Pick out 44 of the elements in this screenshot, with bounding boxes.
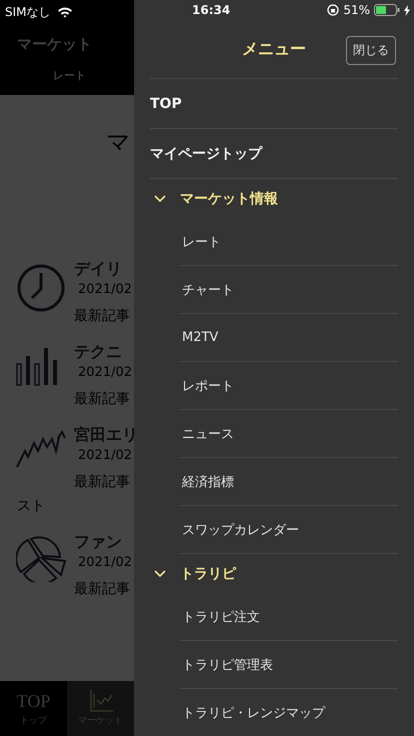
page-heading: マ [106,127,131,158]
submenu-item[interactable]: レート [180,218,398,266]
submenu-item[interactable]: トラリピ管理表 [180,641,398,689]
menu-section[interactable]: マーケット情報 [150,179,398,218]
zigzag-arrow-icon [16,429,66,469]
battery-icon [374,4,400,16]
battery-percent: 51% [343,3,370,18]
top-mark: TOP [16,690,50,712]
clock-icon [16,263,66,313]
section-label: トラリピ [180,564,236,582]
article-excerpt: 最新記事 [74,390,131,408]
submenu-item[interactable]: チャート [180,266,398,314]
pie-chart-icon [16,536,66,582]
charging-bolt-icon [404,4,410,16]
article-date: 2021/02 [78,365,132,380]
page-title: マーケット [17,35,93,54]
carrier-label: SIMなし [5,4,51,20]
article-date: 2021/02 [78,448,134,463]
rotation-lock-icon [327,4,340,16]
line-chart-icon [88,690,112,712]
submenu-item[interactable]: レポート [180,362,398,410]
article-excerpt: 最新記事 [74,473,131,491]
article-excerpt: 最新記事 [74,580,131,598]
chevron-icon [154,194,166,202]
menu-title: メニュー [242,38,306,60]
close-button[interactable]: 閉じる [346,36,396,66]
submenu-item[interactable]: トラリピ注文 [180,593,398,641]
submenu-item[interactable]: トラリピ・レンジマップ [180,689,398,736]
tab-bar-label: トップ [20,714,47,726]
submenu-item[interactable]: スワップカレンダー [180,506,398,554]
article-excerpt: 最新記事 [74,307,131,325]
article-excerpt: スト [17,497,45,515]
article-date: 2021/02 [78,282,132,297]
menu-item[interactable]: TOP [150,79,398,129]
chevron-icon [154,570,166,578]
clock-time: 16:34 [192,3,230,18]
menu-section[interactable]: トラリピ [150,554,398,593]
menu-item[interactable]: マイページトップ [150,129,398,179]
submenu-item[interactable]: ニュース [180,410,398,458]
submenu-item[interactable]: M2TV [180,314,398,362]
submenu-item[interactable]: 経済指標 [180,458,398,506]
wifi-icon [56,6,73,18]
article-date: 2021/02 [78,555,132,570]
section-label: マーケット情報 [180,190,278,208]
